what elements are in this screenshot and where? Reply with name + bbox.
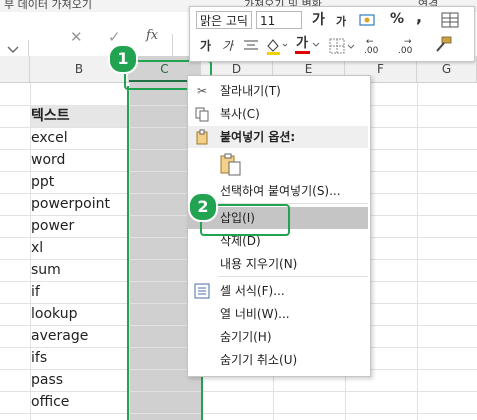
paste-default-button[interactable] [218,152,244,178]
cancel-formula-button[interactable]: ✕ [70,28,83,46]
menu-item-label: 셀 서식(F)... [220,284,285,298]
menu-item-label: 잘라내기(T) [220,84,281,98]
format-painter-icon [436,36,452,52]
currency-icon [359,14,375,26]
ribbon-get-data-label: 부 데이터 가져오기 [4,0,92,11]
fill-color-button[interactable] [264,37,290,55]
cell-b[interactable]: pass [31,369,63,391]
clipboard-icon [194,129,210,145]
increase-decimal-label: .00 [364,46,379,56]
align-center-button[interactable] [242,37,260,55]
table-icon [441,12,459,28]
cell-b[interactable]: sum [31,259,61,281]
chevron-down-icon [312,42,320,47]
font-color-button[interactable]: 가 [294,35,322,55]
font-name-select[interactable]: 맑은 고딕 [196,11,252,29]
cell-b[interactable]: word [31,149,65,171]
menu-item-label: 복사(C) [220,107,260,121]
font-size-select[interactable]: 11 [256,11,302,29]
cell-b[interactable]: excel [31,127,68,149]
menu-item-cut[interactable]: ✂ 잘라내기(T) [188,80,368,102]
borders-button[interactable] [328,37,356,55]
table-format-button[interactable] [440,11,462,29]
menu-item-label: 내용 지우기(N) [220,257,298,271]
menu-separator [218,276,368,277]
menu-item-unhide[interactable]: 숨기기 취소(U) [188,349,368,371]
copy-icon [194,106,210,122]
cell-b[interactable]: xl [31,237,43,259]
comma-style-button[interactable]: , [416,8,422,26]
menu-item-paste-options: 붙여넣기 옵션: [188,126,368,148]
menu-item-label: 열 너비(W)... [220,307,290,321]
menu-item-format-cells[interactable]: 셀 서식(F)... [188,280,368,302]
grid-line [0,391,477,392]
menu-item-label: 붙여넣기 옵션: [220,130,296,144]
paste-icon [220,153,241,176]
step-2-badge: 2 [188,192,218,222]
decrease-decimal-button[interactable]: → .00 [396,35,424,57]
grid-line [0,413,477,414]
mini-toolbar: 맑은 고딕 11 가 가 % , 가 가 가 ← .00 → .00 [189,6,475,62]
font-name-value: 맑은 고딕 [200,14,248,28]
font-color-swatch [295,51,310,54]
cell-b[interactable]: lookup [31,303,77,325]
format-painter-button[interactable] [432,35,454,55]
menu-item-column-width[interactable]: 열 너비(W)... [188,303,368,325]
cell-b[interactable]: ifs [31,347,47,369]
increase-decimal-button[interactable]: ← .00 [362,35,390,57]
accounting-format-button[interactable] [358,11,380,29]
format-cells-icon [194,283,210,299]
cell-b[interactable]: ppt [31,171,54,193]
align-center-icon [244,40,258,50]
scissors-icon: ✂ [196,84,208,98]
menu-item-label: 숨기기 취소(U) [220,353,298,367]
decrease-decimal-label: .00 [398,46,413,56]
bold-button[interactable]: 가 [200,37,211,55]
menu-item-copy[interactable]: 복사(C) [188,103,368,125]
step-1-badge: 1 [108,44,138,74]
insert-function-button[interactable]: fx [146,28,158,43]
menu-item-hide[interactable]: 숨기기(H) [188,326,368,348]
menu-item-label: 선택하여 붙여넣기(S)... [220,184,341,198]
grow-font-button[interactable]: 가 [312,11,325,29]
menu-item-label: 숨기기(H) [220,330,272,344]
cell-b[interactable]: office [31,391,69,413]
italic-button[interactable]: 가 [222,37,233,55]
cell-b[interactable]: average [31,325,88,347]
cell-b-header[interactable]: 텍스트 [31,105,128,127]
annotation-line-left [127,86,129,420]
cell-b[interactable]: powerpoint [31,193,110,215]
borders-icon [329,38,355,54]
shrink-font-button[interactable]: 가 [336,13,346,31]
percent-style-button[interactable]: % [390,10,404,28]
font-size-value: 11 [260,14,276,28]
cell-b[interactable]: if [31,281,40,303]
select-all-corner[interactable] [0,56,30,82]
paint-bucket-icon [267,39,288,55]
menu-item-clear-contents[interactable]: 내용 지우기(N) [188,253,368,275]
cell-b[interactable]: power [31,215,74,237]
